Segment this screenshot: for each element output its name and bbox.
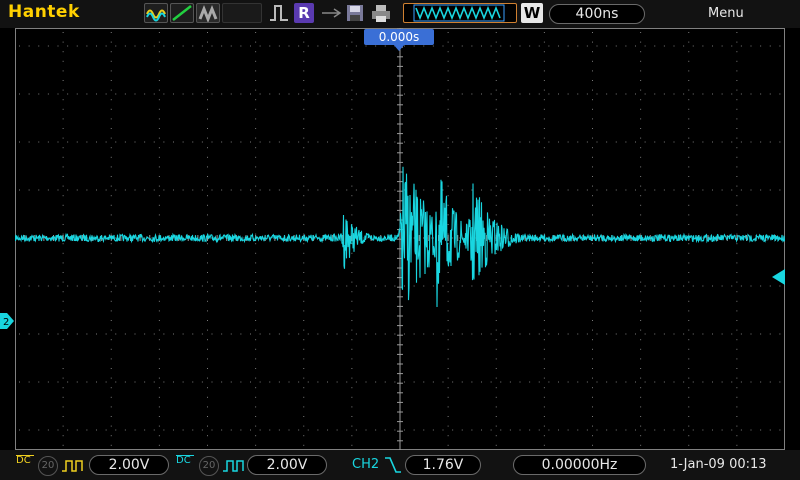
usb-icon: [320, 3, 342, 23]
brand-logo: Hantek: [8, 2, 80, 22]
bottom-status-bar: DC 20 2.00V DC 20 2.00V CH2 1.76V 0.0000…: [0, 450, 800, 480]
memory-waveform-bar[interactable]: [403, 3, 517, 23]
date-time: 1-Jan-09 00:13: [670, 457, 767, 472]
acq-normal-icon[interactable]: [144, 3, 168, 23]
trigger-source[interactable]: CH2: [352, 457, 379, 472]
ch2-bandwidth-limit[interactable]: 20: [199, 456, 219, 476]
trigger-level-marker[interactable]: [770, 269, 785, 285]
menu-button[interactable]: Menu: [708, 6, 744, 21]
ch2-coupling[interactable]: DC: [176, 455, 194, 476]
blank-indicator: [222, 3, 262, 23]
ch1-coupling[interactable]: DC: [16, 455, 34, 476]
waveform-display[interactable]: [15, 28, 785, 450]
ch1-pulse-icon: [62, 460, 83, 472]
ch1-scale[interactable]: 2.00V: [89, 455, 169, 475]
ch2-pulse-icon: [223, 460, 244, 472]
run-state-badge[interactable]: R: [294, 3, 314, 23]
save-icon[interactable]: [345, 3, 365, 23]
ch2-scale[interactable]: 2.00V: [247, 455, 327, 475]
top-status-bar: Hantek R W 400ns Menu: [0, 0, 800, 28]
frequency-counter: 0.00000Hz: [513, 455, 646, 475]
trigger-level[interactable]: 1.76V: [405, 455, 481, 475]
time-mode-badge[interactable]: W: [521, 3, 543, 23]
svg-text:2: 2: [3, 317, 9, 328]
printer-icon[interactable]: [370, 3, 392, 23]
ch1-ground-marker[interactable]: 2: [0, 313, 15, 329]
acq-peak-icon[interactable]: [170, 3, 194, 23]
timebase-value[interactable]: 400ns: [549, 4, 645, 24]
rising-edge-icon[interactable]: [268, 3, 290, 23]
trigger-position-label: 0.000s: [364, 29, 434, 45]
acq-average-icon[interactable]: [196, 3, 220, 24]
ch1-bandwidth-limit[interactable]: 20: [38, 456, 58, 476]
trigger-slope-icon[interactable]: [383, 456, 403, 474]
trigger-position-arrow: [393, 44, 405, 51]
